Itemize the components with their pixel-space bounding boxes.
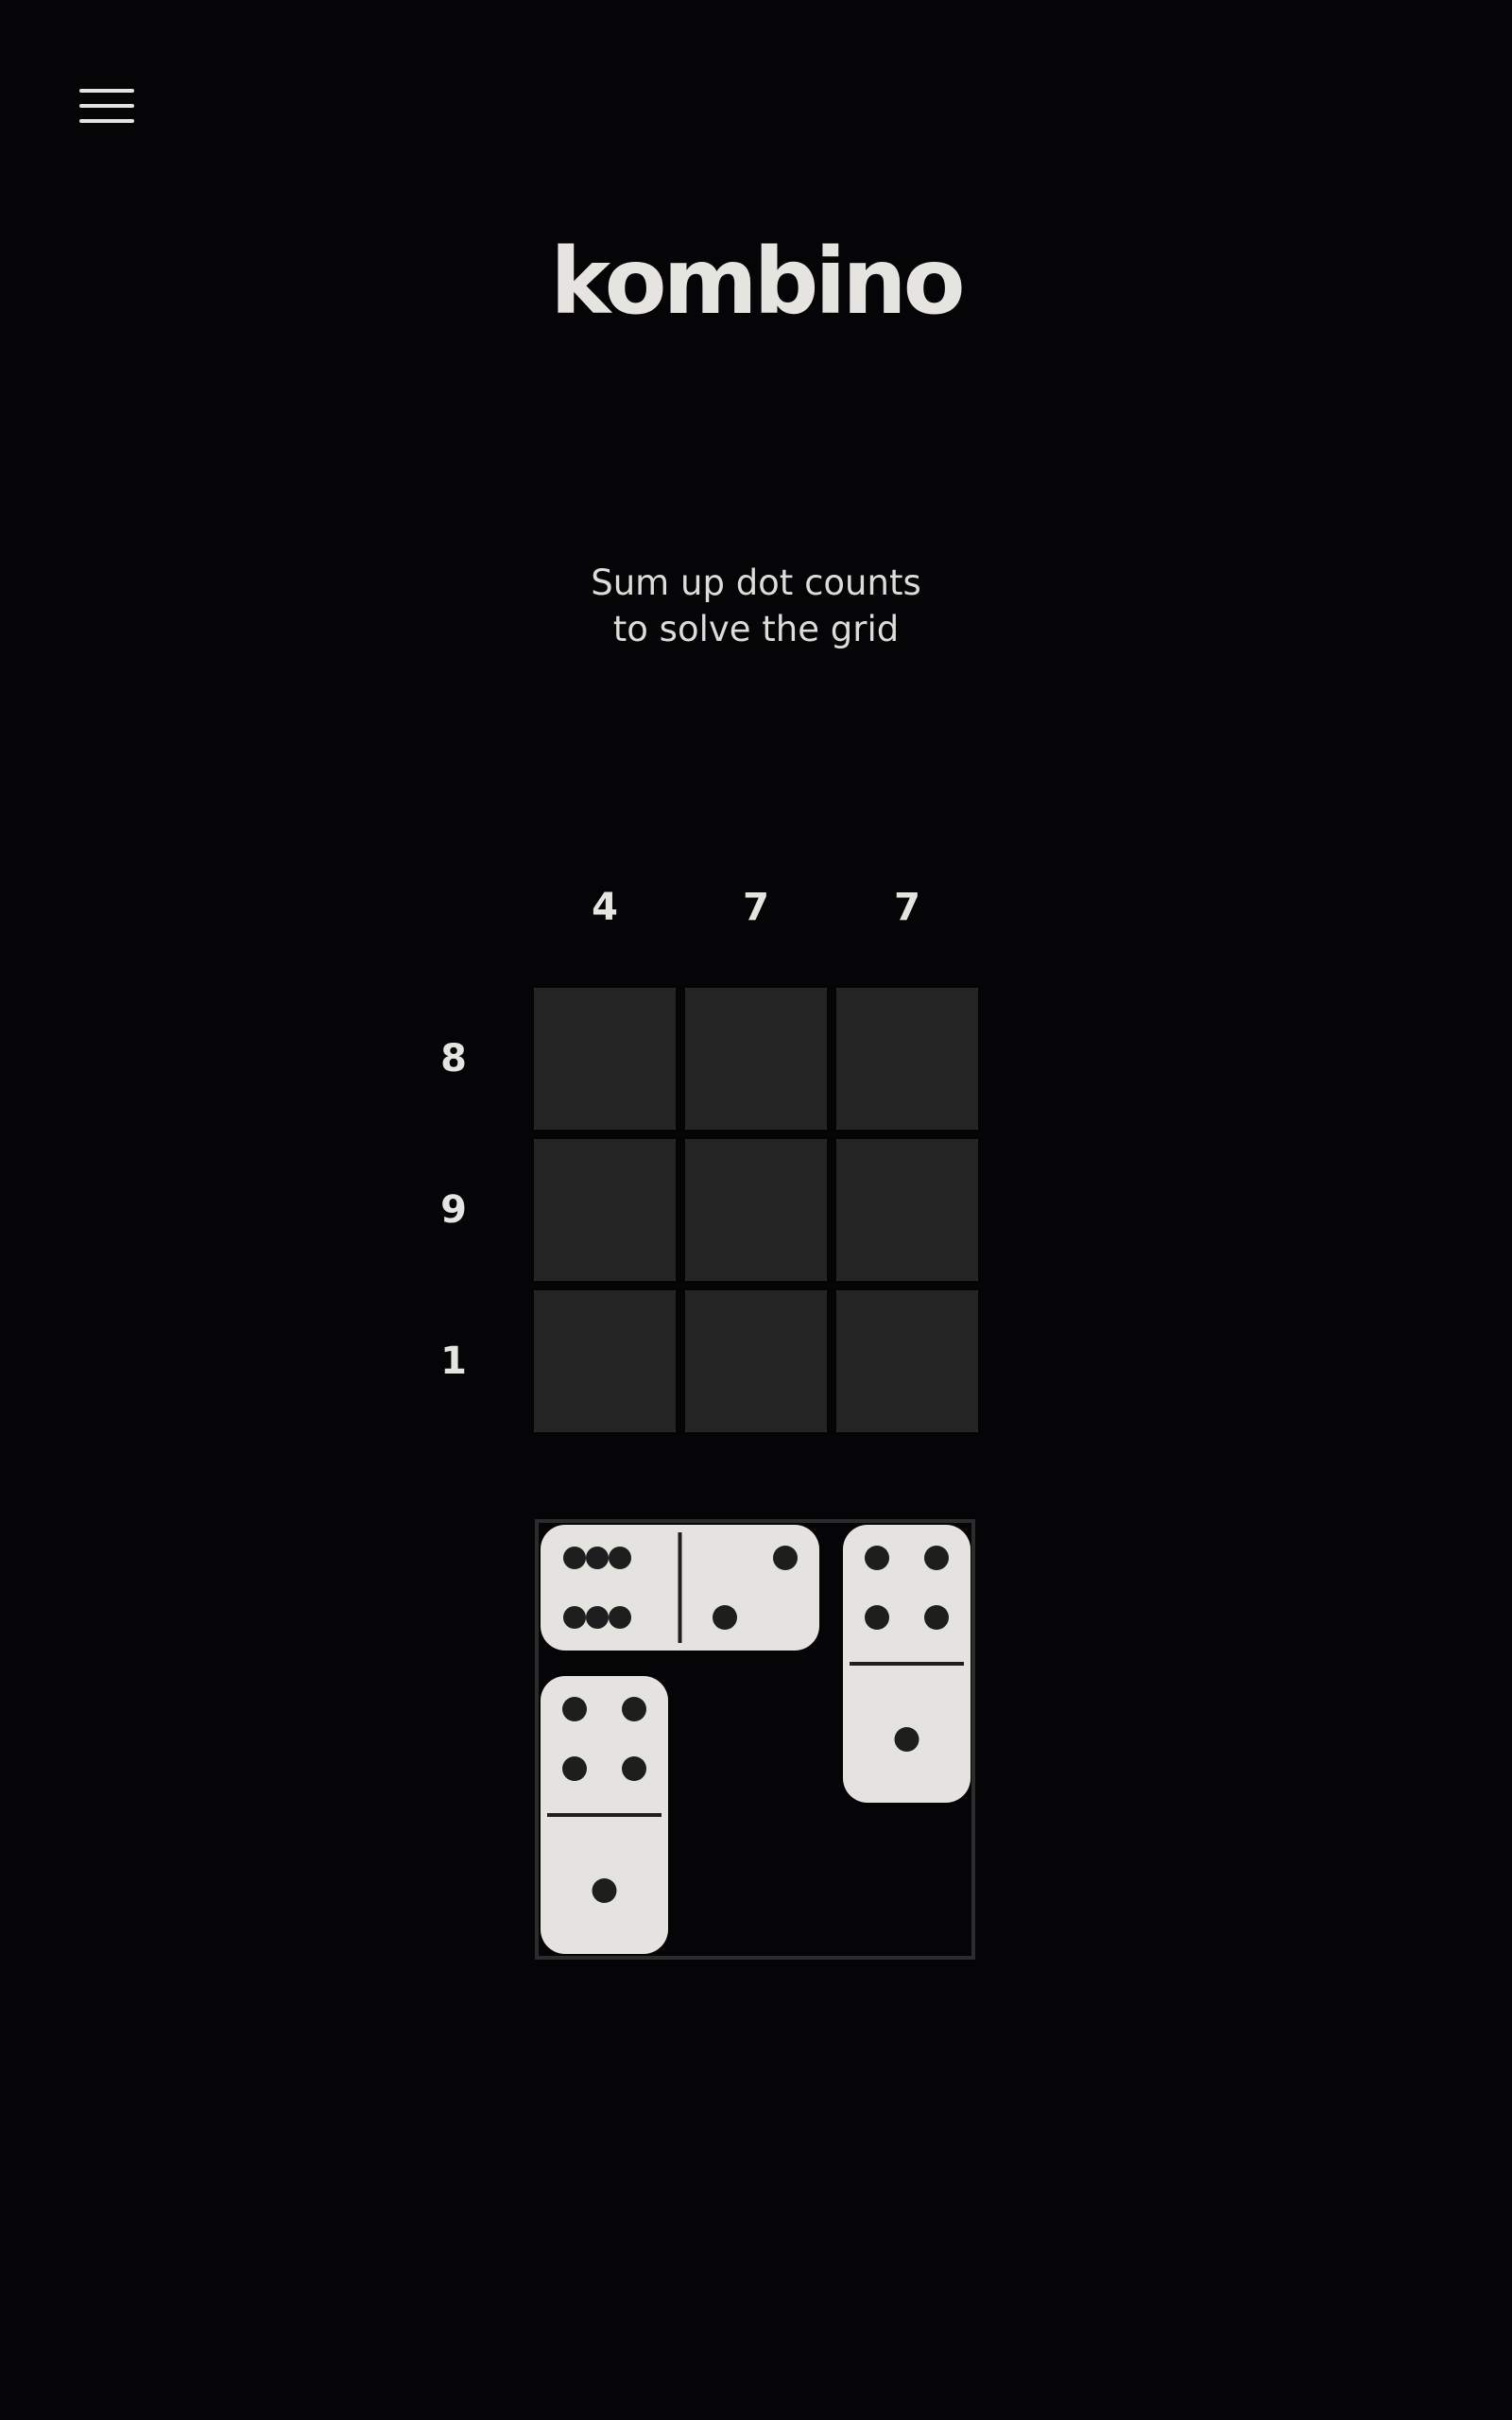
domino-4-1[interactable] [843,1525,971,1803]
pip [773,1546,798,1570]
grid-cell-r1c2[interactable] [685,988,827,1130]
domino-4-1[interactable] [541,1676,668,1954]
pip [924,1546,949,1570]
grid-cell-r2c3[interactable] [836,1139,978,1281]
column-clue-1: 4 [592,886,618,929]
menu-icon-bar [79,119,134,123]
pip [586,1547,609,1569]
row-clue-1: 8 [440,1037,467,1080]
pip [622,1756,646,1781]
grid-cell-r2c1[interactable] [534,1139,676,1281]
grid-cell-r1c3[interactable] [836,988,978,1130]
game-title: kombino [550,229,965,335]
column-clue-3: 7 [894,886,920,929]
pip [563,1606,586,1629]
pip [563,1547,586,1569]
pip [562,1697,587,1721]
pip [586,1606,609,1629]
pip [865,1605,889,1630]
domino-4-1-face [850,1546,964,1752]
pip [592,1878,617,1903]
instructions: Sum up dot counts to solve the grid [0,560,1512,652]
domino-6-2-face [563,1532,798,1643]
domino-4-1-face [547,1697,662,1903]
grid-cell-r3c2[interactable] [685,1290,827,1432]
row-clue-3: 1 [440,1340,467,1383]
menu-icon-bar [79,89,134,93]
row-clue-2: 9 [440,1188,467,1232]
pip [865,1546,889,1570]
instructions-line-2: to solve the grid [612,609,900,649]
grid-cell-r2c2[interactable] [685,1139,827,1281]
pip [713,1605,737,1630]
menu-icon-bar [79,104,134,108]
grid-cell-r3c1[interactable] [534,1290,676,1432]
pip [609,1606,631,1629]
grid-cell-r1c1[interactable] [534,988,676,1130]
menu-button[interactable] [79,89,136,127]
pip [924,1605,949,1630]
pip [894,1727,919,1752]
grid-cell-r3c3[interactable] [836,1290,978,1432]
pip [562,1756,587,1781]
domino-pips [562,1697,646,1903]
column-clue-2: 7 [743,886,769,929]
instructions-line-1: Sum up dot counts [591,562,921,603]
domino-6-2[interactable] [541,1525,819,1651]
pip [609,1547,631,1569]
domino-pips [865,1546,949,1752]
pip [622,1697,646,1721]
